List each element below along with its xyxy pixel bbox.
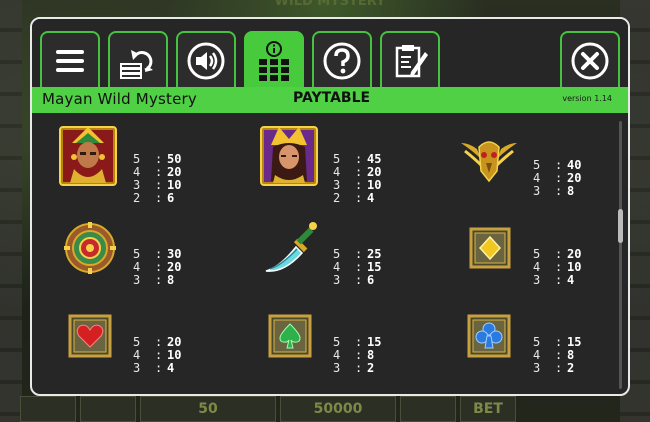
club-tile-icon xyxy=(467,314,511,358)
payout-value: 2 xyxy=(567,361,575,375)
mayan-warrior-icon xyxy=(59,126,117,186)
heart-tile-icon xyxy=(68,314,112,358)
autoplay-icon xyxy=(120,50,153,79)
tab-paytable[interactable] xyxy=(244,31,304,89)
paytable-content: 5:50 4:20 3:10 2:6 5:45 4:20 3:10 2:4 5 … xyxy=(32,113,628,394)
version-label: version 1.14 xyxy=(562,94,612,103)
game-title: Mayan Wild Mystery xyxy=(42,90,197,108)
background-box xyxy=(80,396,136,422)
header-strip: Mayan Wild Mystery PAYTABLE version 1.14 xyxy=(32,87,628,113)
background-bet-box: BET xyxy=(460,396,516,422)
background-box xyxy=(400,396,456,422)
payout-value: 6 xyxy=(167,191,175,205)
sound-icon xyxy=(187,42,225,80)
diamond-tile-icon xyxy=(469,227,511,269)
payout-list-heart: 5:20 4:10 3:4 xyxy=(133,335,182,375)
payout-value: 8 xyxy=(567,184,575,198)
close-icon xyxy=(571,42,609,80)
tab-bar xyxy=(32,19,628,89)
background-logo: WILD MYSTERY xyxy=(274,0,386,9)
mayan-princess-icon xyxy=(260,126,318,186)
payout-count: 3 xyxy=(133,273,141,287)
payout-value: 4 xyxy=(167,361,175,375)
payout-list-bird: 5:40 4:20 3:8 xyxy=(533,158,582,198)
tab-sound[interactable] xyxy=(176,31,236,89)
tab-menu[interactable] xyxy=(40,31,100,89)
tab-history[interactable] xyxy=(380,31,440,89)
tab-autoplay[interactable] xyxy=(108,31,168,89)
background-lines-box: 50 xyxy=(140,396,276,422)
tab-help[interactable] xyxy=(312,31,372,89)
payout-count: 3 xyxy=(533,361,541,375)
payout-list-club: 5:15 4:8 3:2 xyxy=(533,335,582,375)
spade-tile-icon xyxy=(268,314,312,358)
paytable-panel: Mayan Wild Mystery PAYTABLE version 1.14… xyxy=(30,17,630,396)
dagger-icon xyxy=(265,222,317,272)
payout-count: 2 xyxy=(133,191,141,205)
background-box xyxy=(20,396,76,422)
payout-list-spade: 5:15 4:8 3:2 xyxy=(333,335,382,375)
tab-close[interactable] xyxy=(560,31,620,89)
help-icon xyxy=(323,42,361,80)
payout-list-warrior: 5:50 4:20 3:10 2:6 xyxy=(133,152,182,205)
background-total-box: 50000 xyxy=(280,396,396,422)
scrollbar-track[interactable] xyxy=(619,121,622,389)
payout-value: 2 xyxy=(367,361,375,375)
menu-icon xyxy=(56,50,84,72)
payout-count: 3 xyxy=(333,361,341,375)
mayan-calendar-icon xyxy=(64,222,116,274)
background-stone-wall-left xyxy=(0,0,22,422)
payout-count: 3 xyxy=(533,184,541,198)
payout-count: 3 xyxy=(133,361,141,375)
payout-list-dagger: 5:25 4:15 3:6 xyxy=(333,247,382,287)
payout-count: 3 xyxy=(333,273,341,287)
history-icon xyxy=(395,45,428,78)
payout-count: 2 xyxy=(333,191,341,205)
payout-list-calendar: 5:30 4:20 3:8 xyxy=(133,247,182,287)
payout-value: 8 xyxy=(167,273,175,287)
payout-value: 6 xyxy=(367,273,375,287)
section-title: PAYTABLE xyxy=(293,90,371,106)
scrollbar-thumb[interactable] xyxy=(618,209,623,243)
golden-bird-icon xyxy=(461,141,517,183)
payout-value: 4 xyxy=(367,191,375,205)
background-bottom-bar: 50 50000 BET xyxy=(20,392,630,422)
payout-list-diamond: 5:20 4:10 3:4 xyxy=(533,247,582,287)
payout-count: 3 xyxy=(533,273,541,287)
paytable-icon xyxy=(259,41,289,81)
payout-list-princess: 5:45 4:20 3:10 2:4 xyxy=(333,152,382,205)
payout-value: 4 xyxy=(567,273,575,287)
